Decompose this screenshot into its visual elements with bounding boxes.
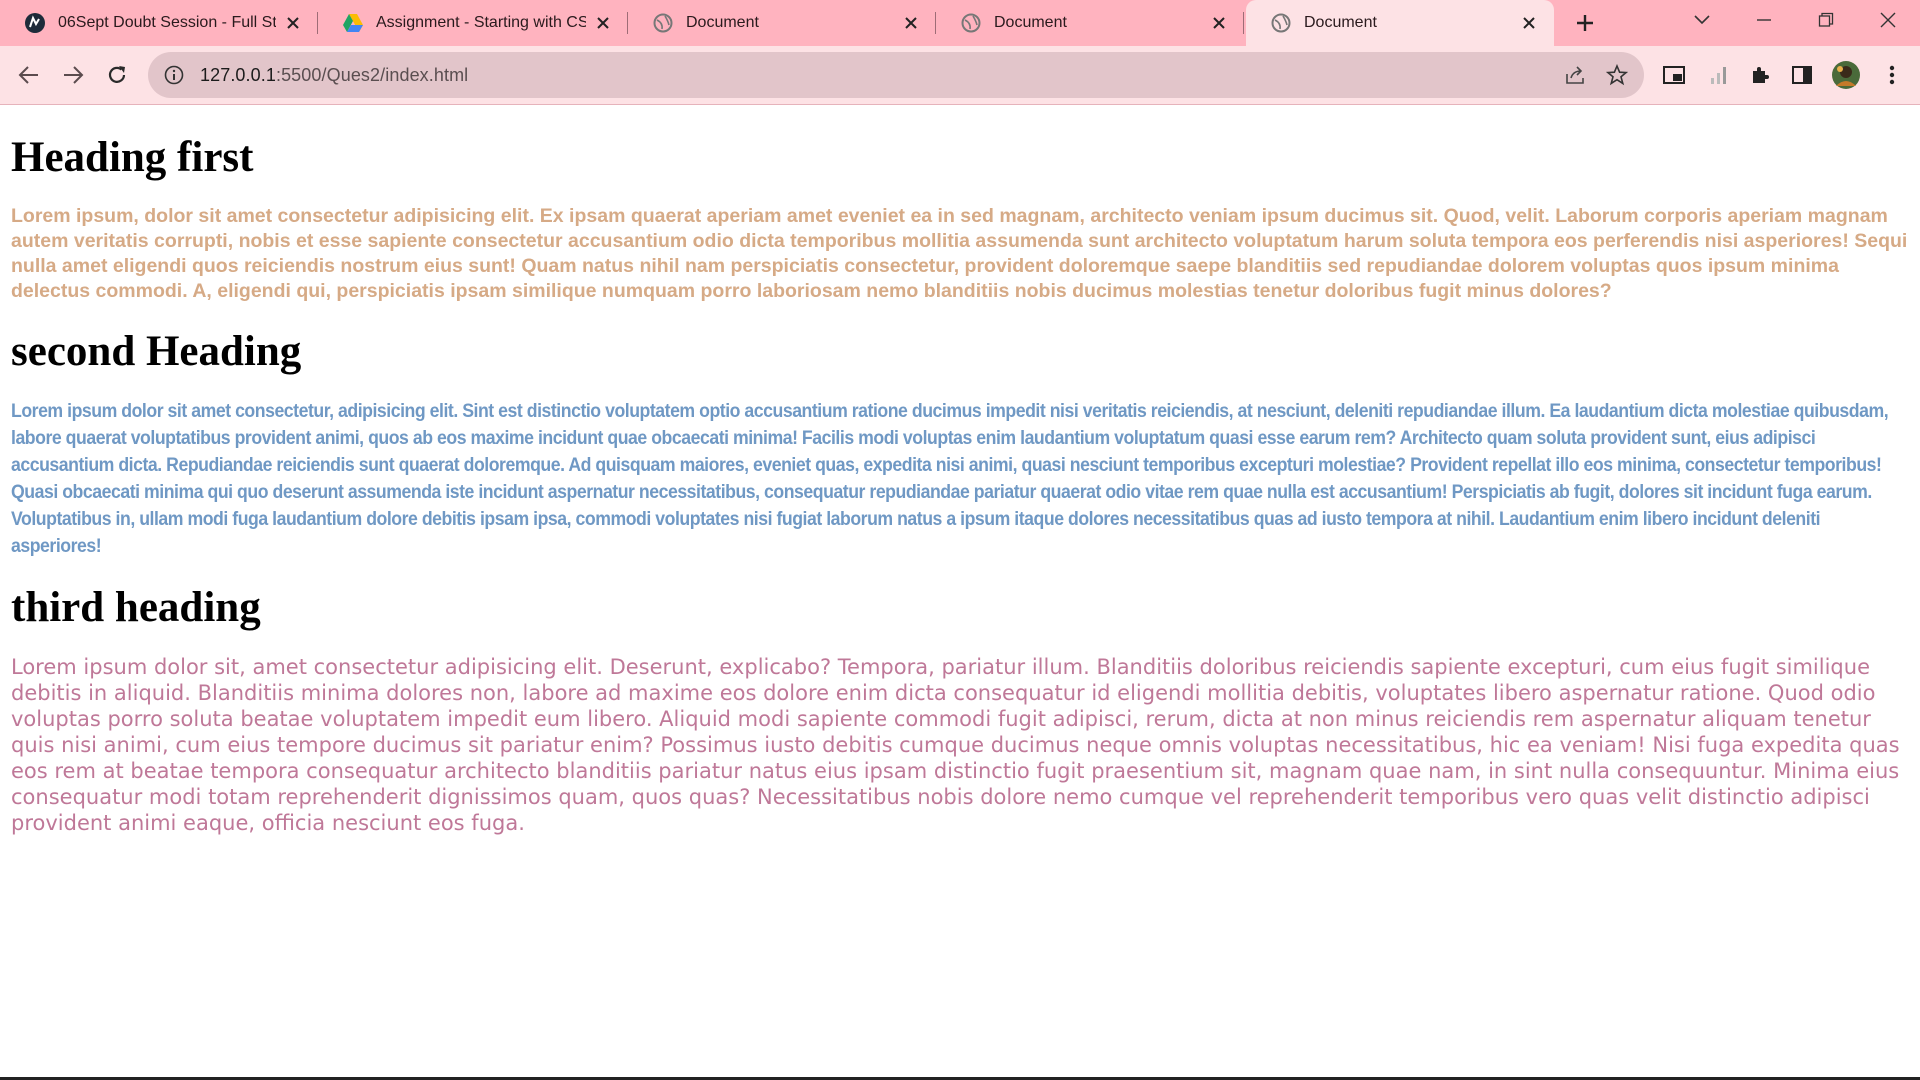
tab-strip: 06Sept Doubt Session - Full St Assignmen… [0,0,1920,46]
tab-title: Document [1304,14,1377,31]
more-menu-icon[interactable] [1876,59,1908,91]
google-drive-icon [342,12,364,34]
reload-icon [108,66,126,83]
forward-button[interactable] [56,58,90,92]
share-icon[interactable] [1563,63,1587,87]
close-icon[interactable] [1518,12,1540,34]
new-tab-button[interactable] [1570,8,1600,38]
heading-third: third heading [11,584,261,631]
star-icon[interactable] [1605,63,1629,87]
back-button[interactable] [12,58,46,92]
close-window-button[interactable] [1858,0,1918,40]
close-icon[interactable] [900,12,922,34]
tab-doubt-session[interactable]: 06Sept Doubt Session - Full St [0,0,318,46]
side-panel-icon[interactable] [1786,59,1818,91]
browser-toolbar: 127.0.0.1:5500/Ques2/index.html [0,46,1920,105]
tab-document-active[interactable]: Document [1246,0,1554,46]
page-viewport: Heading first Lorem ipsum, dolor sit ame… [0,105,1920,1077]
info-icon[interactable] [162,63,186,87]
arrow-right-icon [64,66,84,84]
picture-in-picture-icon[interactable] [1658,59,1690,91]
minimize-button[interactable] [1734,0,1794,40]
chevron-down-icon [1694,15,1710,25]
site-logo-icon [24,12,46,34]
tab-assignment[interactable]: Assignment - Starting with CS [318,0,628,46]
minimize-icon [1757,19,1771,21]
globe-icon [652,12,674,34]
heading-second: second Heading [11,328,302,375]
address-bar[interactable]: 127.0.0.1:5500/Ques2/index.html [148,52,1644,98]
restore-icon [1818,12,1834,27]
globe-icon [1270,12,1292,34]
close-icon[interactable] [1208,12,1230,34]
extensions-puzzle-icon[interactable] [1744,59,1776,91]
arrow-left-icon [18,66,38,84]
avatar[interactable] [1830,59,1862,91]
tab-separator [1243,12,1244,34]
paragraph-third: Lorem ipsum dolor sit, amet consectetur … [11,655,1900,835]
close-icon [1880,12,1896,28]
url-path: :5500/Ques2/index.html [275,64,469,85]
globe-icon [960,12,982,34]
tab-title: Assignment - Starting with CS [376,14,586,31]
signal-bars-icon[interactable] [1702,59,1734,91]
url-text[interactable]: 127.0.0.1:5500/Ques2/index.html [200,65,468,86]
restore-button[interactable] [1796,0,1856,40]
close-icon[interactable] [282,12,304,34]
tab-search-button[interactable] [1672,0,1732,40]
tab-document-1[interactable]: Document [628,0,936,46]
tab-title: 06Sept Doubt Session - Full St [58,14,276,31]
heading-first: Heading first [11,134,254,181]
url-host: 127.0.0.1 [200,64,276,85]
paragraph-second: Lorem ipsum dolor sit amet consectetur, … [11,401,1889,557]
reload-button[interactable] [100,58,134,92]
paragraph-first: Lorem ipsum, dolor sit amet consectetur … [11,205,1908,302]
plus-icon [1577,15,1593,31]
tab-title: Document [994,14,1067,31]
tab-title: Document [686,14,759,31]
tab-document-2[interactable]: Document [936,0,1244,46]
close-icon[interactable] [592,12,614,34]
document-body: Heading first Lorem ipsum, dolor sit ame… [11,105,1909,836]
